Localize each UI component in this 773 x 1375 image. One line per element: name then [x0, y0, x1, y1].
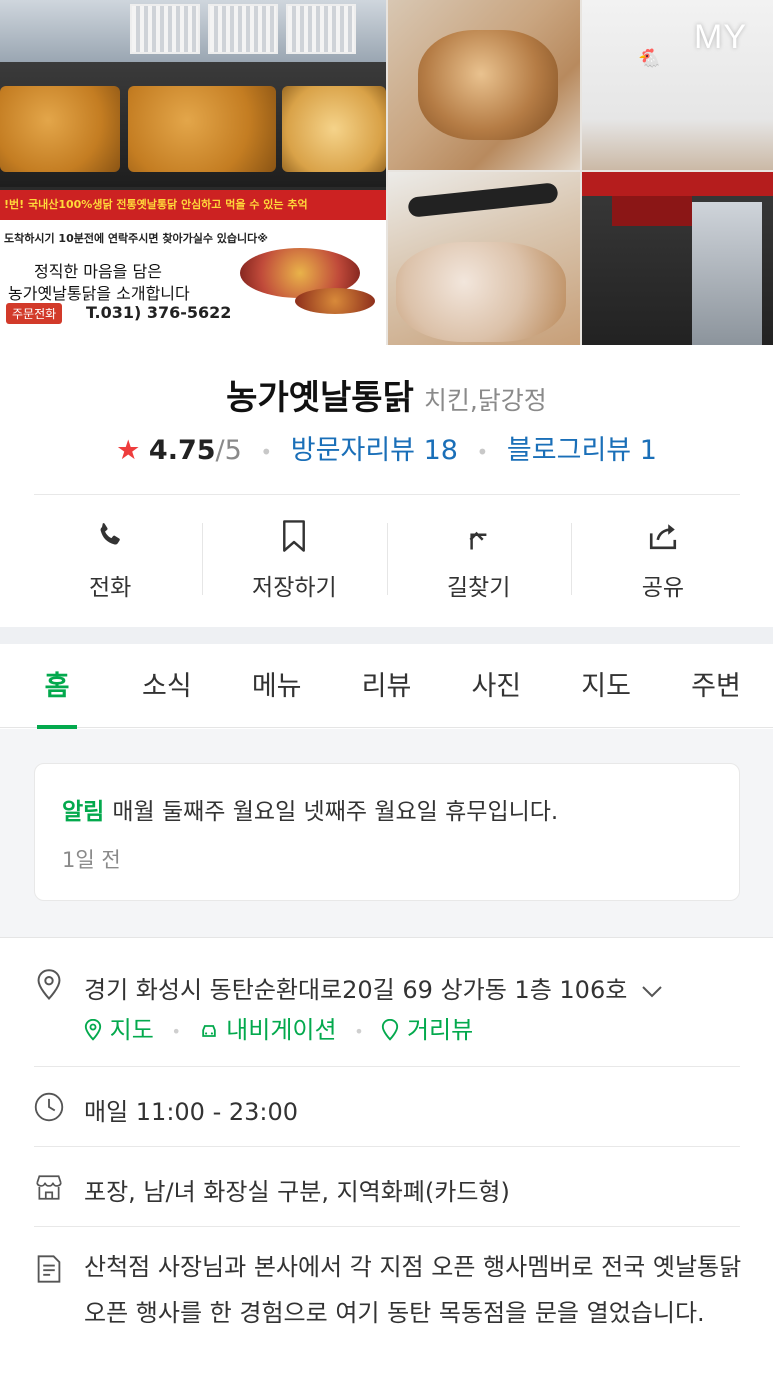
- divider: [34, 1066, 740, 1067]
- notice-section: 알림 매월 둘째주 월요일 넷째주 월요일 휴무입니다. 1일 전: [0, 729, 773, 937]
- banner-phone: T.031) 376-5622: [86, 303, 232, 322]
- photo-shop-sign: [612, 196, 692, 226]
- photo-chicken-tray: [0, 86, 120, 172]
- car-icon: [201, 1025, 216, 1037]
- photo-shop-sign: [582, 172, 773, 196]
- place-name: 농가옛날통닭: [226, 378, 414, 418]
- photo-bag-logo: 🐔: [638, 48, 661, 69]
- tab-reviews[interactable]: 리뷰: [347, 644, 425, 728]
- place-meta: ★ 4.75/5 • 방문자리뷰 18 • 블로그리뷰 1: [0, 428, 773, 467]
- rating-value: 4.75: [148, 435, 216, 466]
- tab-news[interactable]: 소식: [128, 644, 206, 728]
- navigation-link[interactable]: 내비게이션: [199, 1016, 337, 1044]
- streetview-pin-icon: [382, 1018, 399, 1041]
- hours-row[interactable]: 매일 11:00 - 23:00: [34, 1090, 740, 1130]
- store-icon: [34, 1172, 64, 1202]
- streetview-link[interactable]: 거리뷰: [381, 1016, 473, 1044]
- tab-nearby[interactable]: 주변: [677, 644, 755, 728]
- rating-max: /5: [215, 435, 242, 466]
- banner-food-plate: [295, 288, 375, 314]
- photo-chicken-tray: [128, 86, 276, 172]
- share-label: 공유: [641, 575, 685, 601]
- save-label: 저장하기: [252, 575, 337, 601]
- photo-takeout-bag[interactable]: 🐔 MY: [582, 0, 773, 170]
- photo-basket: [286, 4, 356, 54]
- place-title: 농가옛날통닭 치킨,닭강정: [0, 370, 773, 419]
- notice-time: 1일 전: [62, 848, 121, 872]
- tab-map[interactable]: 지도: [567, 644, 645, 728]
- location-pin-icon: [34, 969, 64, 1000]
- map-link[interactable]: 지도: [84, 1016, 154, 1044]
- photo-chicken-meat[interactable]: [388, 172, 580, 345]
- photo-chicken-shape: [418, 30, 558, 140]
- section-gap: [0, 627, 773, 644]
- banner-notice-text: 도착하시기 10분전에 연락주시면 찾아가실수 있습니다※: [4, 232, 268, 245]
- separator-dot: •: [260, 439, 273, 464]
- address-row: 경기 화성시 동탄순환대로20길 69 상가동 1층 106호 지도 • 내비게…: [34, 962, 740, 1052]
- separator-dot: •: [354, 1021, 364, 1041]
- photo-gallery[interactable]: !번! 국내산100%생닭 전통옛날통닭 안심하고 먹을 수 있는 추억 도착하…: [0, 0, 773, 345]
- address-links: 지도 • 내비게이션 • 거리뷰: [84, 1010, 473, 1045]
- separator-dot: •: [171, 1021, 181, 1041]
- call-label: 전화: [88, 575, 132, 601]
- description-text: 산척점 사장님과 본사에서 각 지점 오픈 행사멤버로 전국 옛날통닭 오픈 행…: [84, 1253, 742, 1327]
- tab-photos[interactable]: 사진: [457, 644, 535, 728]
- map-link-label: 지도: [109, 1016, 154, 1044]
- photo-main-storefront[interactable]: !번! 국내산100%생닭 전통옛날통닭 안심하고 먹을 수 있는 추억 도착하…: [0, 0, 386, 345]
- visitor-reviews-link[interactable]: 방문자리뷰 18: [291, 435, 458, 466]
- notice-text: 매월 둘째주 월요일 넷째주 월요일 휴무입니다.: [112, 799, 559, 825]
- facilities-row: 포장, 남/녀 화장실 구분, 지역화폐(카드형): [34, 1170, 740, 1210]
- call-button[interactable]: 전화: [18, 510, 202, 610]
- banner-order-badge: 주문전화: [6, 303, 63, 324]
- address-text: 경기 화성시 동탄순환대로20길 69 상가동 1층 106호: [84, 976, 628, 1004]
- navigation-link-label: 내비게이션: [226, 1016, 337, 1044]
- divider: [34, 1146, 740, 1147]
- share-button[interactable]: 공유: [570, 510, 755, 610]
- map-pin-icon: [84, 1018, 102, 1041]
- photo-basket: [208, 4, 278, 54]
- notice-card[interactable]: 알림 매월 둘째주 월요일 넷째주 월요일 휴무입니다. 1일 전: [34, 763, 740, 901]
- facilities-text: 포장, 남/녀 화장실 구분, 지역화폐(카드형): [84, 1178, 510, 1206]
- banner-top-text: !번! 국내산100%생닭 전통옛날통닭 안심하고 먹을 수 있는 추억: [0, 190, 386, 220]
- divider: [34, 494, 740, 495]
- blog-reviews-link[interactable]: 블로그리뷰 1: [507, 435, 657, 466]
- save-button[interactable]: 저장하기: [202, 510, 386, 610]
- tab-home[interactable]: 홈: [18, 644, 96, 729]
- address-line[interactable]: 경기 화성시 동탄순환대로20길 69 상가동 1층 106호: [84, 970, 663, 1005]
- divider: [34, 1226, 740, 1227]
- description-row[interactable]: 산척점 사장님과 본사에서 각 지점 오픈 행사멤버로 전국 옛날통닭 오픈 행…: [34, 1244, 741, 1374]
- document-icon: [34, 1254, 64, 1284]
- hours-text: 매일 11:00 - 23:00: [84, 1098, 299, 1126]
- photo-chicken-shape: [396, 242, 566, 342]
- tab-bar: 홈 소식 메뉴 리뷰 사진 지도 주변: [0, 644, 773, 729]
- place-category: 치킨,닭강정: [423, 386, 547, 415]
- share-icon: [645, 518, 681, 554]
- tab-menu[interactable]: 메뉴: [238, 644, 316, 728]
- photo-shop-window: [692, 202, 762, 345]
- photo-banner: !번! 국내산100%생닭 전통옛날통닭 안심하고 먹을 수 있는 추억 도착하…: [0, 190, 386, 345]
- clock-icon: [34, 1092, 64, 1122]
- phone-icon: [92, 518, 128, 554]
- streetview-link-label: 거리뷰: [406, 1016, 474, 1044]
- action-bar: 전화 저장하기 길찾기 공유: [18, 510, 755, 610]
- star-icon: ★: [116, 435, 141, 466]
- photo-fried-chicken[interactable]: [388, 0, 580, 170]
- banner-slogan-2: 농가옛날통닭을 소개합니다: [8, 284, 190, 303]
- notice-tag: 알림: [62, 799, 105, 825]
- chevron-down-icon[interactable]: [641, 977, 663, 1005]
- photo-chicken-tray: [282, 86, 386, 172]
- banner-slogan-1: 정직한 마음을 담은: [34, 262, 162, 281]
- directions-icon: [461, 518, 497, 554]
- my-badge[interactable]: MY: [694, 18, 747, 57]
- separator-dot: •: [476, 439, 489, 464]
- photo-shop-front[interactable]: [582, 172, 773, 345]
- notice-line: 알림 매월 둘째주 월요일 넷째주 월요일 휴무입니다.: [62, 792, 558, 826]
- bookmark-icon: [276, 518, 312, 554]
- divider: [0, 937, 773, 938]
- directions-label: 길찾기: [446, 575, 511, 601]
- directions-button[interactable]: 길찾기: [386, 510, 571, 610]
- photo-scissors: [407, 182, 559, 218]
- photo-basket: [130, 4, 200, 54]
